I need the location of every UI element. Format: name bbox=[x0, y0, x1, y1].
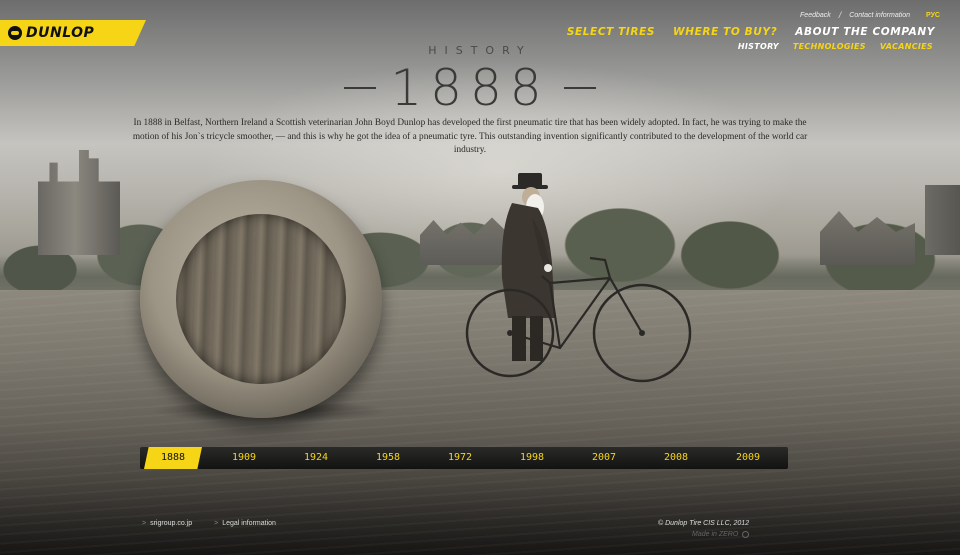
contact-information-link[interactable]: Contact information bbox=[849, 12, 910, 19]
year-title: 1888 bbox=[390, 59, 550, 117]
tower-right bbox=[925, 185, 960, 255]
zero-logo-icon bbox=[742, 531, 750, 538]
made-in-text: Made in ZERO bbox=[692, 531, 739, 538]
section-label: HISTORY bbox=[428, 44, 532, 57]
footer-link-srigroup-text[interactable]: srigroup.co.jp bbox=[150, 520, 192, 527]
nav-where-to-buy[interactable]: WHERE TO BUY? bbox=[673, 26, 777, 38]
wheel-disc bbox=[176, 214, 346, 384]
timeline-year-2007[interactable]: 2007 bbox=[568, 447, 640, 469]
made-in-credit[interactable]: Made in ZERO bbox=[692, 531, 750, 538]
footer-link-legal-text[interactable]: Legal information bbox=[222, 520, 276, 527]
castle-tower bbox=[38, 150, 120, 255]
chevron-right-icon: > bbox=[142, 520, 147, 527]
history-description: In 1888 in Belfast, Northern Ireland a S… bbox=[132, 118, 808, 155]
footer-link-srigroup[interactable]: > srigroup.co.jp bbox=[142, 520, 192, 527]
timeline-year-1888[interactable]: 1888 bbox=[144, 447, 202, 469]
timeline-year-1924[interactable]: 1924 bbox=[280, 447, 352, 469]
logo-text: DUNLOP bbox=[26, 25, 95, 41]
footer-link-legal[interactable]: > Legal information bbox=[214, 520, 276, 527]
timeline-year-2008[interactable]: 2008 bbox=[640, 447, 712, 469]
language-switch[interactable]: РУС bbox=[926, 12, 940, 19]
year-rule-right bbox=[563, 87, 596, 89]
chevron-right-icon: > bbox=[214, 520, 219, 527]
feedback-link[interactable]: Feedback bbox=[800, 12, 831, 19]
nav-about-the-company[interactable]: ABOUT THE COMPANY bbox=[795, 26, 935, 38]
utility-links: Feedback / Contact information РУС bbox=[800, 10, 940, 20]
man-with-bicycle-image bbox=[465, 173, 692, 383]
timeline: 1888 1909 1924 1958 1972 1998 2007 2008 … bbox=[140, 447, 788, 469]
timeline-year-2009[interactable]: 2009 bbox=[712, 447, 784, 469]
timeline-year-1909[interactable]: 1909 bbox=[208, 447, 280, 469]
timeline-year-1972[interactable]: 1972 bbox=[424, 447, 496, 469]
utility-separator: / bbox=[838, 10, 842, 20]
main-nav: SELECT TIRES WHERE TO BUY? ABOUT THE COM… bbox=[567, 26, 935, 38]
year-heading: 1888 bbox=[0, 58, 940, 118]
wooden-wheel-image bbox=[140, 180, 382, 418]
copyright: © Dunlop Tire CIS LLC, 2012 bbox=[658, 520, 750, 527]
dunlop-flying-d-icon bbox=[8, 26, 22, 40]
year-rule-left bbox=[344, 87, 377, 89]
footer-links: > srigroup.co.jp > Legal information bbox=[142, 520, 276, 527]
nav-select-tires[interactable]: SELECT TIRES bbox=[567, 26, 655, 38]
dunlop-logo[interactable]: DUNLOP bbox=[0, 20, 146, 46]
timeline-year-1958[interactable]: 1958 bbox=[352, 447, 424, 469]
timeline-year-1998[interactable]: 1998 bbox=[496, 447, 568, 469]
